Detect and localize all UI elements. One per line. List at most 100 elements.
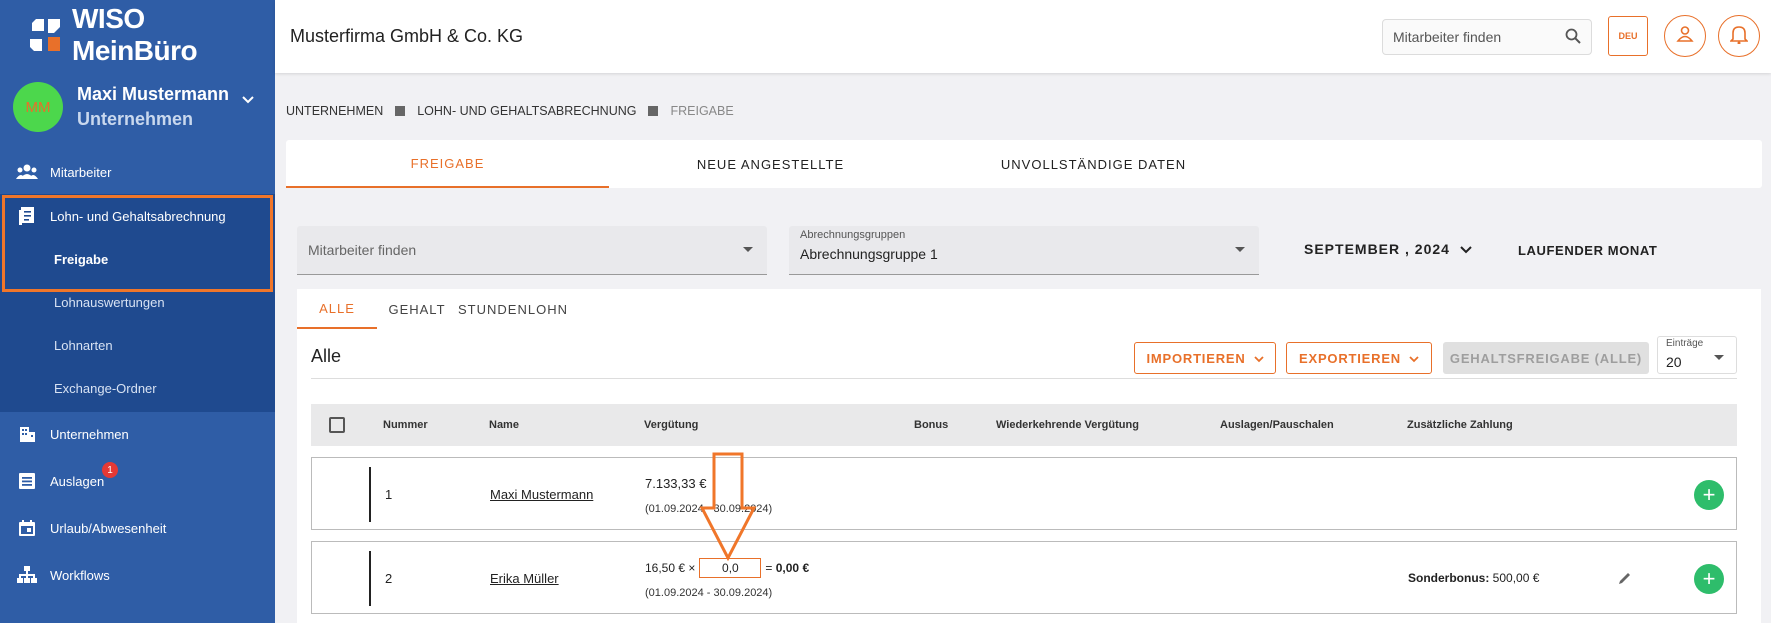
employee-number: 2: [385, 571, 393, 586]
language-button[interactable]: DEU: [1608, 16, 1648, 56]
import-label: IMPORTIEREN: [1146, 350, 1246, 366]
tab-stundenlohn[interactable]: STUNDENLOHN: [457, 289, 569, 329]
employee-number: 1: [385, 487, 393, 502]
notification-badge: 1: [102, 462, 118, 478]
billing-group-select[interactable]: Abrechnungsgruppen Abrechnungsgruppe 1: [789, 226, 1259, 275]
breadcrumb-separator: [648, 106, 659, 116]
company-name: Musterfirma GmbH & Co. KG: [290, 26, 524, 46]
entries-select[interactable]: Einträge 20: [1657, 336, 1737, 374]
edit-icon[interactable]: [1618, 571, 1632, 585]
tab-neue-angestellte[interactable]: NEUE ANGESTELLTE: [609, 140, 932, 188]
chevron-down-icon: [1253, 351, 1264, 366]
column-header: Vergütung: [644, 419, 699, 431]
sidebar-item-label: Lohn- und Gehaltsabrechnung: [50, 208, 226, 224]
row-marker: [369, 551, 371, 606]
breadcrumb-item[interactable]: UNTERNEHMEN: [286, 104, 383, 118]
logo-text: WISO MeinBüro: [72, 3, 198, 66]
hourly-result: 0,00 €: [775, 561, 810, 575]
dropdown-arrow-icon: [1235, 247, 1245, 252]
pay-amount: 7.133,33 €: [645, 476, 707, 491]
entries-value: 20: [1666, 354, 1682, 370]
hours-input[interactable]: 0,0: [699, 558, 762, 578]
column-header: Bonus: [914, 419, 949, 431]
chevron-down-icon[interactable]: [241, 92, 255, 108]
table-header: Nummer Name Vergütung Bonus Wiederkehren…: [311, 404, 1737, 446]
app-logo[interactable]: WISO MeinBüro: [28, 3, 275, 66]
month-picker[interactable]: SEPTEMBER , 2024: [1304, 241, 1472, 257]
employee-filter-placeholder: Mitarbeiter finden: [308, 242, 417, 258]
additional-payment-value: 500,00 €: [1492, 571, 1540, 585]
sidebar-item-unternehmen[interactable]: Unternehmen: [0, 412, 275, 456]
employee-filter-select[interactable]: Mitarbeiter finden: [297, 226, 767, 275]
notifications-button[interactable]: [1718, 15, 1760, 57]
people-icon: [16, 161, 38, 183]
breadcrumb: UNTERNEHMEN LOHN- UND GEHALTSABRECHNUNG …: [286, 104, 734, 118]
table-row[interactable]: 2 Erika Müller 16,50 € × 0,0 = 0,00 € (01.…: [311, 541, 1737, 614]
search-placeholder: Mitarbeiter finden: [1393, 29, 1502, 45]
column-header: Zusätzliche Zahlung: [1407, 419, 1513, 431]
sidebar-item-workflows[interactable]: Workflows: [0, 550, 275, 600]
breadcrumb-separator: [395, 106, 406, 116]
sidebar-item-urlaub[interactable]: Urlaub/Abwesenheit: [0, 506, 275, 550]
bell-icon: [1729, 24, 1749, 49]
export-button[interactable]: EXPORTIEREN: [1286, 342, 1432, 374]
breadcrumb-current: FREIGABE: [670, 104, 734, 118]
sidebar-nav: Mitarbeiter Lohn- und Gehaltsabrechnung …: [0, 150, 275, 600]
hourly-rate: 16,50 € ×: [645, 561, 696, 575]
dropdown-arrow-icon: [743, 247, 753, 252]
current-month-button[interactable]: LAUFENDER MONAT: [1518, 243, 1657, 258]
receipt-icon: [16, 470, 38, 492]
top-header: Musterfirma GmbH & Co. KG Mitarbeiter fi…: [275, 0, 1771, 73]
sidebar-item-payroll[interactable]: Lohn- und Gehaltsabrechnung: [0, 194, 275, 238]
tab-unvollstaendige-daten[interactable]: UNVOLLSTÄNDIGE DATEN: [932, 140, 1255, 188]
chevron-down-icon: [1460, 241, 1472, 257]
tab-freigabe[interactable]: FREIGABE: [286, 140, 609, 188]
column-header: Nummer: [383, 419, 428, 431]
user-subtitle: Unternehmen: [77, 109, 194, 129]
search-icon[interactable]: [1565, 28, 1581, 47]
type-tabs: ALLE GEHALT STUNDENLOHN: [297, 289, 1761, 329]
month-value: SEPTEMBER , 2024: [1304, 241, 1450, 257]
tab-alle[interactable]: ALLE: [297, 289, 377, 329]
column-header: Wiederkehrende Vergütung: [996, 419, 1139, 431]
row-marker: [369, 467, 371, 522]
payroll-icon: [16, 205, 38, 227]
user-icon: [1676, 25, 1694, 48]
user-switcher[interactable]: MM Maxi Mustermann Unternehmen: [13, 82, 263, 132]
sidebar-item-label: Unternehmen: [50, 426, 129, 442]
avatar: MM: [13, 82, 63, 132]
sidebar-subitem-lohnarten[interactable]: Lohnarten: [0, 324, 275, 367]
sidebar-item-label: Auslagen: [50, 473, 105, 489]
release-all-button[interactable]: GEHALTSFREIGABE (ALLE): [1443, 342, 1649, 374]
sidebar-item-auslagen[interactable]: Auslagen 1: [0, 456, 275, 506]
profile-button[interactable]: [1664, 15, 1706, 57]
section-title: Alle: [311, 346, 342, 366]
sidebar-item-label: Mitarbeiter: [50, 164, 112, 180]
sidebar-subitem-freigabe[interactable]: Freigabe: [0, 238, 275, 281]
employee-name-link[interactable]: Maxi Mustermann: [490, 487, 593, 502]
table-row[interactable]: 1 Maxi Mustermann 7.133,33 € (01.09.2024…: [311, 457, 1737, 530]
import-button[interactable]: IMPORTIEREN: [1134, 342, 1276, 374]
tab-gehalt[interactable]: GEHALT: [377, 289, 457, 329]
main-tabs: FREIGABE NEUE ANGESTELLTE UNVOLLSTÄNDIGE…: [286, 140, 1762, 188]
hourly-calculation: 16,50 € × 0,0 = 0,00 €: [645, 558, 809, 578]
breadcrumb-item[interactable]: LOHN- UND GEHALTSABRECHNUNG: [417, 104, 636, 118]
sidebar-subitem-exchange-ordner[interactable]: Exchange-Ordner: [0, 367, 275, 410]
employee-name-link[interactable]: Erika Müller: [490, 571, 559, 586]
add-payment-button[interactable]: +: [1694, 564, 1724, 594]
dropdown-arrow-icon: [1714, 355, 1724, 360]
entries-label: Einträge: [1666, 338, 1704, 349]
content-card: ALLE GEHALT STUNDENLOHN Alle IMPORTIEREN…: [297, 289, 1761, 623]
billing-group-value: Abrechnungsgruppe 1: [800, 246, 938, 262]
additional-payment: Sonderbonus: 500,00 €: [1408, 571, 1539, 585]
employee-search-input[interactable]: Mitarbeiter finden: [1382, 19, 1592, 55]
sidebar-item-mitarbeiter[interactable]: Mitarbeiter: [0, 150, 275, 194]
sidebar-subitem-lohnauswertungen[interactable]: Lohnauswertungen: [0, 281, 275, 324]
add-payment-button[interactable]: +: [1694, 480, 1724, 510]
sidebar-item-label: Urlaub/Abwesenheit: [50, 520, 167, 536]
payroll-group: Lohn- und Gehaltsabrechnung Freigabe Loh…: [0, 194, 275, 412]
select-all-checkbox[interactable]: [329, 417, 345, 433]
divider: [311, 378, 1737, 379]
calendar-icon: [16, 517, 38, 539]
export-label: EXPORTIEREN: [1299, 350, 1401, 366]
